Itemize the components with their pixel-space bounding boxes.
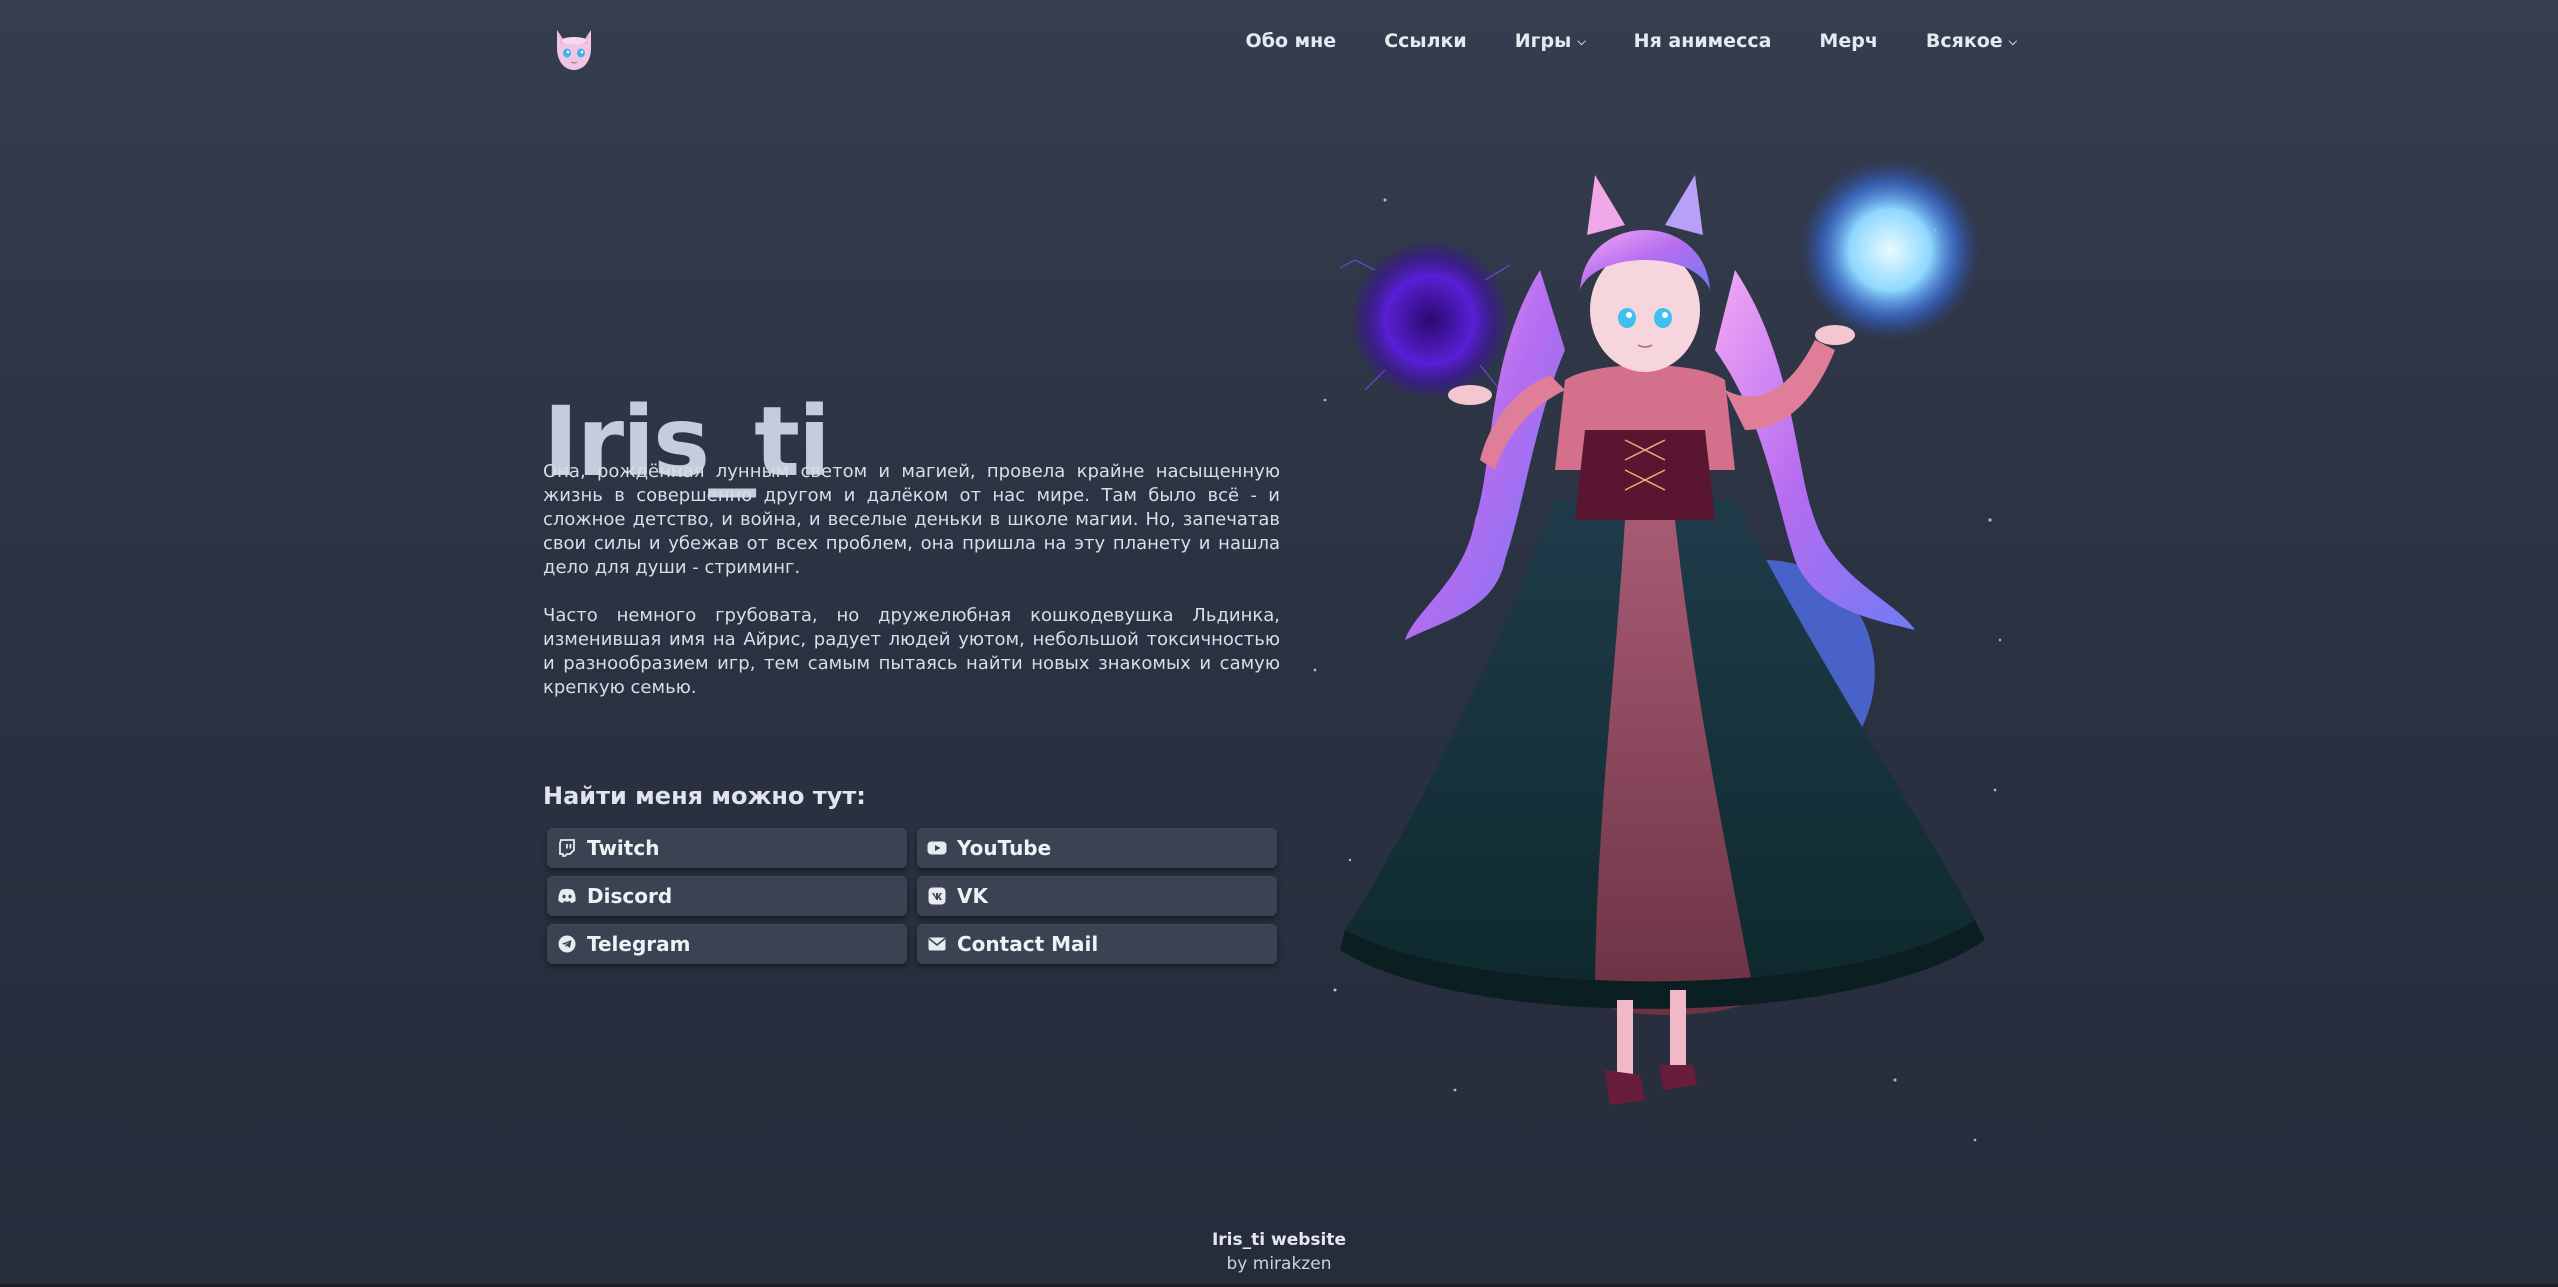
about-paragraph: Она, рождённая лунным светом и магией, п… (543, 461, 1280, 578)
footer: Iris_ti website by mirakzen (0, 1230, 2558, 1274)
discord-icon (557, 886, 577, 906)
nav-item-anime[interactable]: Ня анимесса (1634, 30, 1772, 52)
contact-mail-button[interactable]: Contact Mail (917, 924, 1277, 964)
about-paragraph: Часто немного грубовата, но дружелюбная … (543, 605, 1280, 698)
youtube-button[interactable]: YouTube (917, 828, 1277, 868)
character-illustration (1313, 160, 2002, 1142)
chevron-down-icon: ⌵ (2008, 35, 2017, 48)
dark-magic-orb (1350, 240, 1510, 400)
discord-button[interactable]: Discord (547, 876, 907, 916)
nav-item-links[interactable]: Ссылки (1384, 30, 1467, 52)
vk-icon (927, 886, 947, 906)
twitch-button[interactable]: Twitch (547, 828, 907, 868)
mail-icon (927, 934, 947, 954)
social-links: Twitch YouTube Discord VK Telegram Conta… (547, 828, 1277, 964)
nav-item-merch[interactable]: Мерч (1819, 30, 1877, 52)
telegram-button[interactable]: Telegram (547, 924, 907, 964)
telegram-icon (557, 934, 577, 954)
about-text: Она, рождённая лунным светом и магией, п… (543, 460, 1280, 724)
chevron-down-icon: ⌵ (1577, 35, 1586, 48)
nav-item-games[interactable]: Игры ⌵ (1515, 30, 1586, 52)
footer-author[interactable]: by mirakzen (0, 1254, 2558, 1274)
main-nav: Обо мне Ссылки Игры ⌵ Ня анимесса Мерч Вс… (1198, 30, 2017, 52)
twitch-icon (557, 838, 577, 858)
vk-button[interactable]: VK (917, 876, 1277, 916)
nav-item-misc[interactable]: Всякое ⌵ (1926, 30, 2017, 52)
light-magic-orb (1800, 160, 1980, 340)
nav-item-about[interactable]: Обо мне (1246, 30, 1337, 52)
links-heading: Найти меня можно тут: (543, 782, 866, 810)
page-container: Обо мне Ссылки Игры ⌵ Ня анимесса Мерч Вс… (543, 0, 2017, 1287)
logo-avatar-icon[interactable] (551, 26, 597, 74)
footer-site-name: Iris_ti website (1211, 1230, 1347, 1250)
youtube-icon (927, 838, 947, 858)
